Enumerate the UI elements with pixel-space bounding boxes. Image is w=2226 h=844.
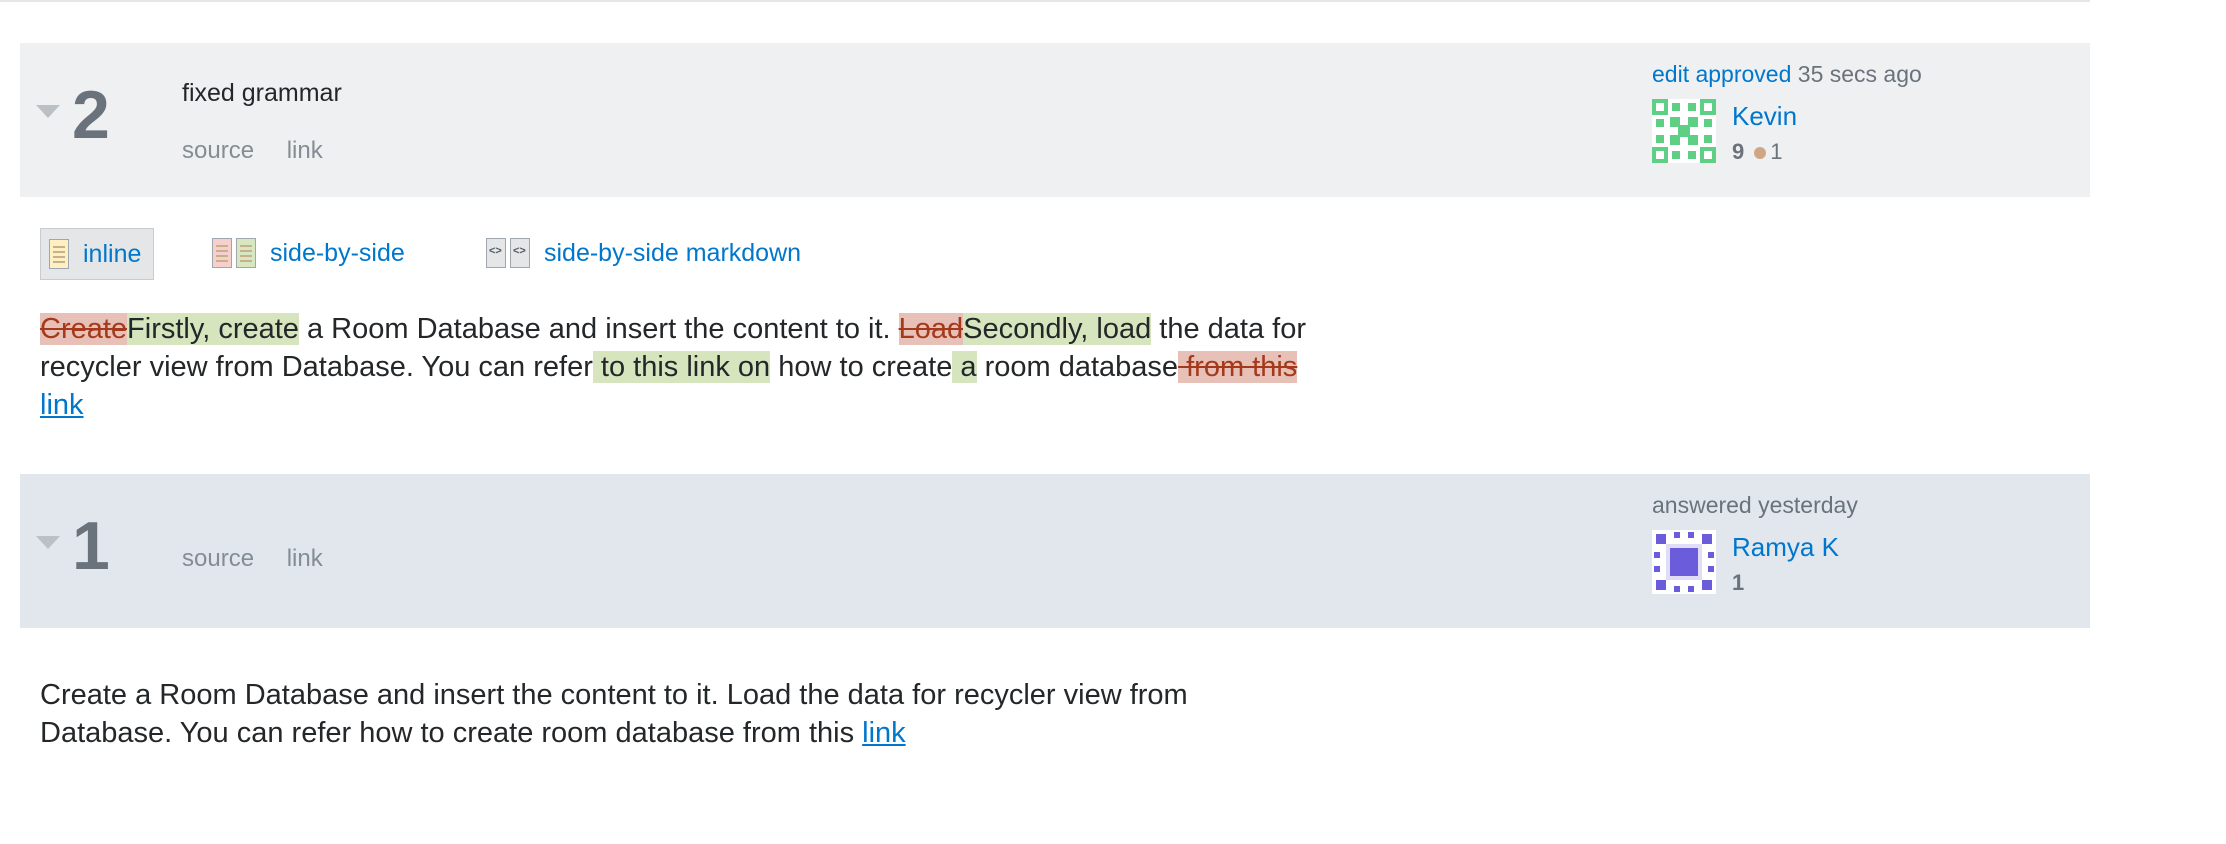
revision-time: 35 secs ago	[1797, 61, 1922, 87]
unchanged-text: a Room Database and insert the content t…	[298, 313, 899, 345]
user-info: edit approved 35 secs ago Kevin 9 1	[1652, 61, 2072, 181]
top-divider	[0, 0, 2090, 2]
revision-number: 2	[72, 77, 110, 153]
tab-side-by-side[interactable]: side-by-side	[212, 228, 405, 278]
body-link[interactable]: link	[862, 717, 906, 749]
user-name[interactable]: Ramya K	[1732, 532, 1839, 563]
revision-1-header: 1 source link answered yesterday Ramya K…	[20, 474, 2090, 628]
deleted-text: from this	[1178, 351, 1298, 383]
deleted-text: Create	[40, 313, 128, 345]
user-reputation-line: 91	[1732, 139, 1783, 165]
reputation-score: 1	[1732, 570, 1745, 595]
body-link[interactable]: link	[40, 389, 84, 421]
inserted-text: Firstly, create	[127, 313, 299, 345]
revision-number: 1	[72, 508, 110, 584]
inline-diff-body: CreateFirstly, create a Room Database an…	[40, 310, 1370, 424]
markdown-diff-icon	[486, 238, 530, 268]
tab-side-by-side-label: side-by-side	[270, 238, 405, 267]
unchanged-text: room database	[976, 351, 1179, 383]
tab-side-by-side-markdown[interactable]: side-by-side markdown	[486, 228, 801, 278]
revision-action: edit approved 35 secs ago	[1652, 61, 1922, 88]
permalink[interactable]: link	[287, 137, 323, 164]
collapse-arrow-icon[interactable]	[36, 105, 60, 118]
deleted-text: Load	[898, 313, 964, 345]
inserted-text: Secondly, load	[963, 313, 1152, 345]
revision-links: source link	[182, 137, 349, 165]
user-reputation-line: 1	[1732, 570, 1744, 596]
source-link[interactable]: source	[182, 137, 254, 164]
reputation-score: 9	[1732, 139, 1745, 164]
bronze-badge-icon	[1754, 147, 1767, 160]
unchanged-text: how to create	[770, 351, 953, 383]
tab-inline-label: inline	[83, 239, 142, 268]
avatar[interactable]	[1652, 530, 1716, 594]
collapse-arrow-icon[interactable]	[36, 536, 60, 549]
bronze-badge-count: 1	[1770, 139, 1783, 164]
source-link[interactable]: source	[182, 545, 254, 572]
inline-diff-icon	[49, 239, 69, 269]
edit-approved-link[interactable]: edit approved	[1652, 61, 1791, 87]
revision-comment: fixed grammar	[182, 79, 342, 107]
original-answer-body: Create a Room Database and insert the co…	[40, 676, 1280, 752]
revision-links: source link	[182, 545, 349, 573]
revision-action: answered yesterday	[1652, 492, 1858, 518]
user-name[interactable]: Kevin	[1732, 101, 1797, 132]
revision-2-header: 2 fixed grammar source link edit approve…	[20, 43, 2090, 197]
tab-inline[interactable]: inline	[40, 228, 155, 280]
permalink[interactable]: link	[287, 545, 323, 572]
inserted-text: to this link on	[592, 351, 771, 383]
user-info: answered yesterday Ramya K 1	[1652, 492, 2072, 612]
inserted-text: a	[952, 351, 977, 383]
body-text: Create a Room Database and insert the co…	[40, 679, 1188, 749]
avatar[interactable]	[1652, 99, 1716, 163]
tab-side-by-side-markdown-label: side-by-side markdown	[544, 238, 802, 267]
side-by-side-diff-icon	[212, 238, 256, 268]
